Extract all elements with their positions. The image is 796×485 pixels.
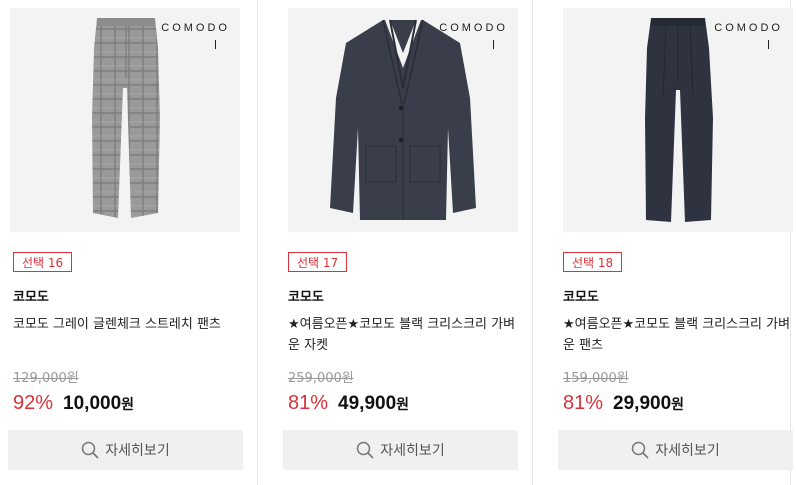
discount-rate: 81% (288, 392, 329, 414)
black-pants-photo (645, 18, 713, 222)
view-details-label: 자세히보기 (105, 443, 170, 459)
original-price: 129,000원 (13, 371, 79, 386)
product-image[interactable]: COMODO (563, 8, 793, 232)
discount-rate: 81% (563, 392, 604, 414)
price-row: 81% 29,900 원 (563, 392, 684, 415)
gray-check-pants-photo (92, 18, 160, 218)
sale-price: 29,900 (613, 393, 672, 414)
currency-unit: 원 (396, 397, 410, 413)
column-divider (257, 0, 258, 485)
sale-price: 49,900 (338, 393, 397, 414)
search-icon (356, 441, 374, 459)
original-price: 159,000원 (563, 371, 629, 386)
brand-name: 코모도 (288, 290, 324, 305)
original-price: 259,000원 (288, 371, 354, 386)
price-row: 81% 49,900 원 (288, 392, 409, 415)
view-details-button[interactable]: 자세히보기 (283, 430, 518, 470)
currency-unit: 원 (121, 397, 135, 413)
search-icon (631, 441, 649, 459)
sale-price: 10,000 (63, 393, 122, 414)
column-divider (532, 0, 533, 485)
price-row: 92% 10,000 원 (13, 392, 134, 415)
discount-rate: 92% (13, 392, 54, 414)
product-image[interactable]: COMODO (288, 8, 518, 232)
selection-badge: 선택 18 (563, 252, 623, 272)
product-image[interactable]: COMODO (10, 8, 240, 232)
currency-unit: 원 (671, 397, 685, 413)
view-details-label: 자세히보기 (380, 443, 445, 459)
search-icon (81, 441, 99, 459)
selection-badge: 선택 17 (288, 252, 348, 272)
product-title[interactable]: ★여름오픈★코모도 블랙 크리스크리 가벼운 자켓 (288, 314, 518, 356)
view-details-button[interactable]: 자세히보기 (8, 430, 243, 470)
product-card[interactable]: COMODO 선택 17 코모도 ★여름오픈★코모도 블랙 크리스크리 가벼운 … (283, 0, 523, 485)
black-jacket-photo (330, 19, 476, 220)
product-title[interactable]: 코모도 그레이 글렌체크 스트레치 팬츠 (13, 314, 243, 335)
view-details-label: 자세히보기 (655, 443, 720, 459)
brand-name: 코모도 (563, 290, 599, 305)
selection-badge: 선택 16 (13, 252, 73, 272)
product-card[interactable]: COMODO 선택 16 코모도 코모도 그레이 글렌체크 스트레치 팬츠 12… (8, 0, 248, 485)
brand-name: 코모도 (13, 290, 49, 305)
view-details-button[interactable]: 자세히보기 (558, 430, 793, 470)
product-title[interactable]: ★여름오픈★코모도 블랙 크리스크리 가벼운 팬츠 (563, 314, 793, 356)
product-card[interactable]: COMODO 선택 18 코모도 ★여름오픈★코모도 블랙 크리스크리 가벼운 … (558, 0, 794, 485)
